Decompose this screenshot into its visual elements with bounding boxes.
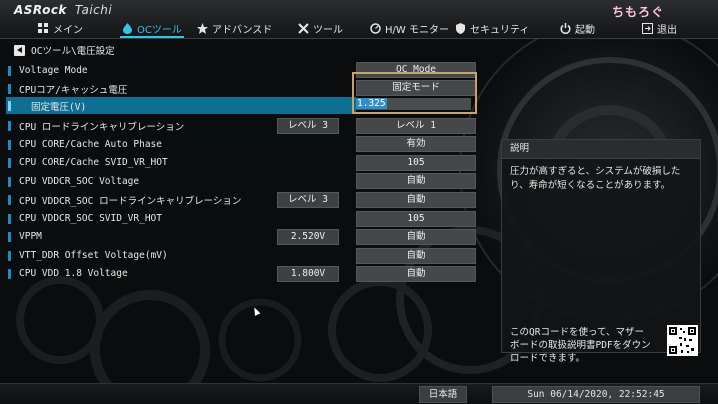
back-arrow-icon[interactable] — [14, 44, 25, 56]
setting-label: CPU VDDCR_SOC Voltage — [19, 176, 140, 187]
grid-icon — [38, 22, 49, 34]
flame-icon — [122, 22, 133, 34]
qr-description: このQRコードを使って、マザーボードの取扱説明書PDFをダウンロードできます。 — [510, 327, 651, 364]
description-panel: 説明 圧力が高すぎると、システムが破損したり、寿命が短くなることがあります。 こ… — [501, 139, 701, 364]
tab-hw-monitor-label: H/W モニター — [385, 24, 449, 36]
tab-boot-label: 起動 — [575, 24, 595, 36]
current-value-vppm: 2.520V — [277, 229, 339, 245]
datetime-display: Sun 06/14/2020, 22:52:45 — [492, 386, 700, 403]
description-body: 圧力が高すぎると、システムが破損したり、寿命が短くなることがあります。 — [510, 166, 681, 191]
tab-hw-monitor[interactable]: H/W モニター — [370, 20, 449, 36]
tab-main[interactable]: メイン — [38, 20, 83, 36]
row-marker — [8, 268, 11, 279]
current-value-cpu-llc: レベル 3 — [277, 118, 339, 134]
brand-model: Taichi — [74, 3, 113, 17]
power-icon — [560, 22, 571, 34]
language-select[interactable]: 日本語 — [419, 386, 467, 403]
main-nav: メイン OCツール アドバンスド ツール H/W モニター セキュリティ 起動 — [0, 19, 718, 38]
monitor-icon — [370, 22, 381, 34]
setting-label: VPPM — [19, 231, 42, 242]
tab-advanced-label: アドバンスド — [212, 24, 273, 36]
tab-security[interactable]: セキュリティ — [455, 20, 529, 36]
tools-icon — [298, 22, 309, 34]
description-title: 説明 — [502, 140, 700, 159]
select-soc-voltage[interactable]: 自動 — [356, 173, 476, 189]
brand-name: ASRock — [14, 3, 67, 17]
setting-label: CPU ロードラインキャリブレーション — [19, 121, 185, 133]
tab-oc-tool[interactable]: OCツール — [120, 20, 184, 38]
tab-tool[interactable]: ツール — [298, 20, 343, 36]
current-value-soc-llc: レベル 3 — [277, 192, 339, 208]
select-vtt-ddr-offset[interactable]: 自動 — [356, 248, 476, 264]
tab-advanced[interactable]: アドバンスド — [197, 20, 272, 36]
tab-boot[interactable]: 起動 — [560, 20, 595, 36]
input-soc-svid-vr-hot[interactable]: 105 — [356, 211, 476, 227]
tab-security-label: セキュリティ — [470, 24, 530, 36]
row-marker — [8, 83, 11, 94]
input-svid-vr-hot[interactable]: 105 — [356, 155, 476, 171]
row-marker — [8, 231, 11, 242]
tab-exit[interactable]: 退出 — [642, 20, 677, 36]
brand-logo: ASRock Taichi — [14, 3, 112, 17]
setting-label: CPU CORE/Cache SVID_VR_HOT — [19, 157, 168, 168]
row-marker — [8, 213, 11, 224]
select-soc-llc[interactable]: 自動 — [356, 192, 476, 208]
qr-code-icon — [667, 325, 698, 356]
select-vppm[interactable]: 自動 — [356, 229, 476, 245]
selection-highlight-frame — [352, 72, 477, 114]
setting-label: CPU CORE/Cache Auto Phase — [19, 139, 162, 150]
setting-row-fixed-voltage[interactable]: 固定電圧(V) — [6, 97, 356, 114]
breadcrumb-text: OCツール\電圧設定 — [31, 46, 115, 57]
site-watermark: ちもろぐ — [612, 5, 665, 19]
setting-label: CPU VDD 1.8 Voltage — [19, 268, 128, 279]
row-marker — [8, 139, 11, 150]
breadcrumb: OCツール\電圧設定 — [14, 43, 115, 57]
top-bar: ASRock Taichi ちもろぐ メイン OCツール アドバンスド ツール H… — [0, 0, 718, 39]
shield-icon — [455, 22, 466, 34]
select-vdd-18[interactable]: 自動 — [356, 266, 476, 282]
row-marker — [8, 157, 11, 168]
row-marker — [8, 250, 11, 261]
row-marker — [8, 194, 11, 205]
current-value-vdd-18: 1.800V — [277, 266, 339, 282]
setting-label: VTT_DDR Offset Voltage(mV) — [19, 250, 168, 261]
setting-label: CPU VDDCR_SOC ロードラインキャリブレーション — [19, 195, 242, 207]
exit-icon — [642, 22, 653, 34]
row-marker — [8, 120, 11, 131]
select-auto-phase[interactable]: 有効 — [356, 136, 476, 152]
setting-label: CPU VDDCR_SOC SVID_VR_HOT — [19, 213, 162, 224]
setting-label: CPUコア/キャッシュ電圧 — [19, 84, 128, 96]
tab-oc-tool-label: OCツール — [137, 24, 182, 36]
select-cpu-llc[interactable]: レベル 1 — [356, 118, 476, 134]
status-bar: 日本語 Sun 06/14/2020, 22:52:45 — [0, 383, 718, 404]
row-marker — [8, 65, 11, 76]
row-marker — [8, 100, 11, 111]
tab-exit-label: 退出 — [657, 24, 677, 36]
tab-tool-label: ツール — [313, 24, 343, 36]
setting-label: 固定電圧(V) — [31, 101, 87, 113]
tab-main-label: メイン — [53, 24, 83, 36]
star-icon — [197, 22, 208, 34]
setting-label: Voltage Mode — [19, 65, 88, 76]
row-marker — [8, 176, 11, 187]
